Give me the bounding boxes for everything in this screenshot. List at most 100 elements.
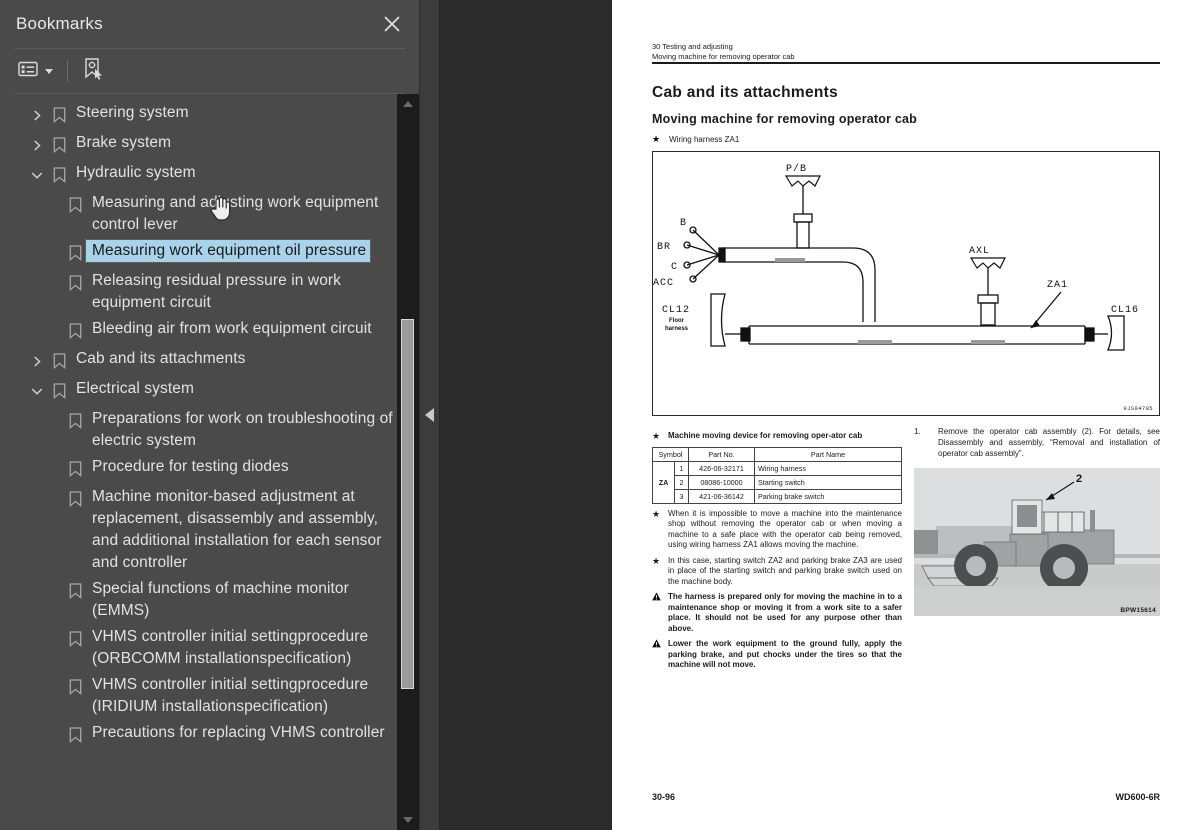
warning-triangle-icon [652,592,661,634]
bookmark-item[interactable]: Bleeding air from work equipment circuit [0,316,419,346]
figure-label-c: C [671,262,678,273]
wiring-harness-figure: P/B B BR C ACC AXL ZA1 CL12 CL16 Floor h… [652,151,1160,416]
header-line-2: Moving machine for removing operator cab [652,51,795,61]
chevron-down-icon[interactable] [26,378,48,404]
bookmark-icon [64,456,86,482]
bookmark-item[interactable]: Electrical system [0,376,419,406]
device-note-text: Machine moving device for removing oper-… [668,431,863,440]
wheel-dozer-photo-svg: 2 [914,468,1160,616]
figure-label-br: BR [657,242,671,253]
chevron-down-icon [45,68,53,74]
bookmark-icon [48,102,70,128]
star-note: ★ In this case, starting switch ZA2 and p… [652,556,902,588]
collapse-sidebar-button[interactable] [420,0,440,830]
chevron-right-icon[interactable] [26,348,48,374]
bookmark-icon [48,162,70,188]
bookmark-item[interactable]: Steering system [0,100,419,130]
cell-symbol: ZA [652,460,675,504]
cell-part-no: 426-06-32171 [688,460,755,476]
cell-part-name: Starting switch [754,474,902,490]
bookmark-item-label: Bleeding air from work equipment circuit [92,320,372,337]
content-columns: ★ Machine moving device for removing ope… [652,426,1160,671]
section-heading: Cab and its attachments [652,84,839,101]
col-header-symbol: Symbol [652,446,689,462]
col-header-part-name: Part Name [754,446,902,462]
bookmark-icon [64,722,86,748]
warning-note: The harness is prepared only for moving … [652,592,902,634]
header-rule [652,62,1160,64]
new-bookmark-icon [82,57,104,86]
table-row: 2 08086-10000 Starting switch [653,474,902,490]
figure-label-za1: ZA1 [1047,280,1068,291]
bookmark-icon [64,408,86,434]
scroll-up-arrow-icon[interactable] [403,101,413,107]
bookmark-item-label: Precautions for replacing VHMS controlle… [92,724,385,741]
new-bookmark-button[interactable] [78,57,108,85]
bookmarks-panel-header: Bookmarks [0,0,419,48]
chevron-right-icon[interactable] [26,102,48,128]
bookmarks-toolbar [0,49,419,93]
star-note: ★ When it is impossible to move a machine… [652,509,902,551]
bookmark-item[interactable]: Preparations for work on troubleshooting… [0,406,419,454]
bookmark-item[interactable]: Machine monitor-based adjustment at repl… [0,484,419,576]
bookmark-item[interactable]: Special functions of machine monitor (EM… [0,576,419,624]
bookmark-item[interactable]: Procedure for testing diodes [0,454,419,484]
bookmark-icon [64,578,86,604]
bookmark-icon [64,674,86,700]
machine-photo: 2 BPW15614 [914,468,1160,616]
bookmark-icon [64,486,86,512]
bookmarks-scrollbar[interactable] [397,94,419,830]
right-column: 1. Remove the operator cab assembly (2).… [914,426,1160,671]
scroll-down-arrow-icon[interactable] [403,817,413,823]
bookmark-icon [48,378,70,404]
bookmark-item[interactable]: Releasing residual pressure in work equi… [0,268,419,316]
warning-note: Lower the work equipment to the ground f… [652,639,902,671]
figure-label-cl12: CL12 [662,305,690,316]
wiring-diagram-svg: P/B B BR C ACC AXL ZA1 CL12 CL16 Floor h… [653,163,1138,351]
photo-id: BPW15614 [1120,607,1156,614]
bookmark-icon [64,192,86,218]
star-note: ★ Wiring harness ZA1 [652,134,1160,145]
bookmark-item[interactable]: Cab and its attachments [0,346,419,376]
page-title: Bookmarks [16,14,103,33]
bookmark-item[interactable]: Hydraulic system [0,160,419,190]
bookmark-item-label: Cab and its attachments [76,350,246,367]
bookmark-item[interactable]: Brake system [0,130,419,160]
cell-part-no: 08086-10000 [688,474,755,490]
bookmark-item[interactable]: Measuring work equipment oil pressure [0,238,419,268]
star-bullet-icon: ★ [652,508,661,519]
chevron-down-icon[interactable] [26,162,48,188]
note-text: When it is impossible to move a machine … [668,508,902,550]
cell-part-no: 421-06-36142 [688,488,755,504]
table-row: 3 421-06-36142 Parking brake switch [653,488,902,504]
close-icon[interactable] [379,11,405,37]
bookmark-item-label: Measuring work equipment oil pressure [84,239,372,263]
step-text: Remove the operator cab assembly (2). Fo… [938,427,1160,458]
device-note: ★ Machine moving device for removing ope… [652,431,902,442]
bookmark-item[interactable]: Measuring and adjusting work equipment c… [0,190,419,238]
document-viewer: 30 Testing and adjusting Moving machine … [420,0,1200,830]
note-text: Lower the work equipment to the ground f… [668,639,902,669]
bookmark-item[interactable]: VHMS controller initial settingprocedure… [0,672,419,720]
cell-part-name: Wiring harness [754,460,902,476]
bookmark-item-label: VHMS controller initial settingprocedure… [92,628,369,667]
model-number: WD600-6R [1115,792,1160,802]
bookmark-item[interactable]: Precautions for replacing VHMS controlle… [0,720,419,750]
bookmark-item-label: Measuring and adjusting work equipment c… [92,194,379,233]
note-text: The harness is prepared only for moving … [668,592,902,633]
list-options-icon [18,61,38,82]
chevron-right-icon[interactable] [26,132,48,158]
bookmark-icon [48,132,70,158]
bookmark-options-button[interactable] [14,57,57,85]
figure-label-pb: P/B [786,163,807,175]
bookmarks-tree[interactable]: Steering system Brake system Hydraulic sys… [0,94,419,830]
bookmark-item-label: VHMS controller initial settingprocedure… [92,676,369,715]
figure-id: 9JS04705 [1123,405,1153,412]
table-header-row: Symbol Part No. Part Name [652,446,902,462]
scrollbar-thumb[interactable] [401,319,414,689]
bookmark-item[interactable]: VHMS controller initial settingprocedure… [0,624,419,672]
toolbar-divider [67,60,68,82]
page-footer: 30-96 WD600-6R [652,792,1160,802]
photo-callout-number: 2 [1076,473,1082,485]
bookmark-item-label: Preparations for work on troubleshooting… [92,410,393,449]
